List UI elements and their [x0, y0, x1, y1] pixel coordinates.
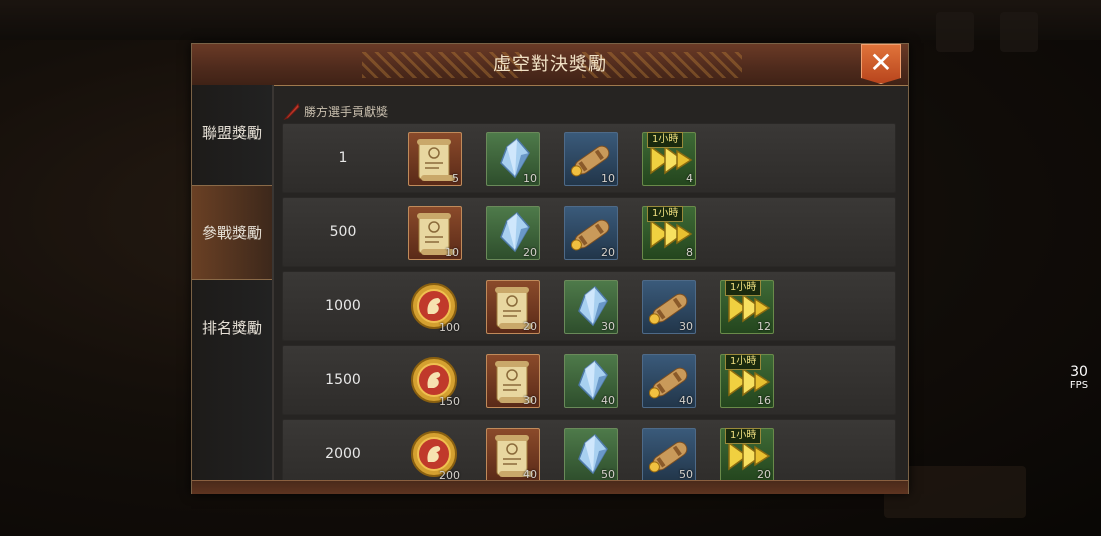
item-quantity: 20 — [601, 246, 615, 259]
item-quantity: 30 — [601, 320, 615, 333]
tab-participation-rewards[interactable]: 參戰獎勵 — [192, 185, 272, 280]
reward-row: 2000 200 40 50 50 1小時 20 — [282, 419, 896, 480]
item-quantity: 40 — [523, 468, 537, 480]
item-quantity: 50 — [679, 468, 693, 480]
duration-badge: 1小時 — [725, 428, 762, 444]
map-item[interactable]: 50 — [642, 428, 696, 480]
tab-alliance-rewards[interactable]: 聯盟獎勵 — [192, 85, 272, 180]
map-item[interactable]: 10 — [564, 132, 618, 186]
section-title: 勝方選手貢獻獎 — [304, 104, 389, 119]
item-quantity: 16 — [757, 394, 771, 407]
reward-row: 1 5 10 10 1小時 4 — [282, 123, 896, 193]
reward-row: 500 10 20 20 1小時 8 — [282, 197, 896, 267]
item-quantity: 10 — [523, 172, 537, 185]
rank-label: 1500 — [325, 372, 361, 388]
coin-item[interactable]: 200 — [408, 428, 462, 480]
speedup-item[interactable]: 1小時 12 — [720, 280, 774, 334]
section-header: 勝方選手貢獻獎 — [282, 101, 388, 121]
item-quantity: 40 — [601, 394, 615, 407]
reward-row: 1000 100 20 30 30 1小時 12 — [282, 271, 896, 341]
dialog-bottom-border — [192, 480, 908, 494]
tab-label: 聯盟獎勵 — [201, 124, 262, 142]
tab-label: 參戰獎勵 — [201, 224, 262, 242]
item-quantity: 10 — [601, 172, 615, 185]
crystal-item[interactable]: 10 — [486, 132, 540, 186]
rank-label: 2000 — [325, 446, 361, 462]
rank-label: 1000 — [325, 298, 361, 314]
sidebar: 聯盟獎勵 參戰獎勵 排名獎勵 — [192, 85, 272, 493]
reward-dialog: 虛空對決獎勵 ✕ 聯盟獎勵 參戰獎勵 排名獎勵 勝方選手貢獻獎 1 5 10 10 1小… — [191, 43, 909, 494]
close-button[interactable]: ✕ — [861, 44, 901, 84]
item-quantity: 20 — [523, 320, 537, 333]
tab-ranking-rewards[interactable]: 排名獎勵 — [192, 280, 272, 375]
quill-icon — [283, 103, 300, 121]
close-icon: ✕ — [869, 46, 893, 79]
map-item[interactable]: 40 — [642, 354, 696, 408]
fps-label: FPS — [1069, 380, 1089, 391]
item-quantity: 200 — [439, 469, 460, 480]
coin-item[interactable]: 150 — [408, 354, 462, 408]
crystal-item[interactable]: 30 — [564, 280, 618, 334]
item-quantity: 20 — [523, 246, 537, 259]
speedup-item[interactable]: 1小時 20 — [720, 428, 774, 480]
item-quantity: 50 — [601, 468, 615, 480]
speedup-item[interactable]: 1小時 16 — [720, 354, 774, 408]
coin-item[interactable]: 100 — [408, 280, 462, 334]
item-quantity: 4 — [686, 172, 693, 185]
fps-counter: 30 FPS — [1064, 364, 1094, 392]
item-quantity: 40 — [679, 394, 693, 407]
item-quantity: 8 — [686, 246, 693, 259]
duration-badge: 1小時 — [647, 132, 684, 148]
reward-row: 1500 150 30 40 40 1小時 16 — [282, 345, 896, 415]
duration-badge: 1小時 — [725, 354, 762, 370]
scroll-item[interactable]: 40 — [486, 428, 540, 480]
speedup-item[interactable]: 1小時 8 — [642, 206, 696, 260]
reward-list[interactable]: 勝方選手貢獻獎 1 5 10 10 1小時 4 500 10 20 20 1小時 8 1000 100 20… — [274, 85, 908, 480]
item-quantity: 100 — [439, 321, 460, 334]
scroll-item[interactable]: 30 — [486, 354, 540, 408]
crystal-item[interactable]: 40 — [564, 354, 618, 408]
tab-label: 排名獎勵 — [201, 319, 262, 337]
title-bar: 虛空對決獎勵 ✕ — [192, 44, 908, 86]
rank-label: 500 — [329, 224, 357, 240]
map-item[interactable]: 30 — [642, 280, 696, 334]
speedup-item[interactable]: 1小時 4 — [642, 132, 696, 186]
duration-badge: 1小時 — [647, 206, 684, 222]
dialog-title: 虛空對決獎勵 — [493, 54, 607, 75]
rank-label: 1 — [338, 150, 348, 166]
item-quantity: 10 — [445, 246, 459, 259]
scroll-item[interactable]: 20 — [486, 280, 540, 334]
item-quantity: 30 — [679, 320, 693, 333]
item-quantity: 30 — [523, 394, 537, 407]
map-item[interactable]: 20 — [564, 206, 618, 260]
crystal-item[interactable]: 20 — [486, 206, 540, 260]
scroll-item[interactable]: 5 — [408, 132, 462, 186]
item-quantity: 5 — [452, 172, 459, 185]
item-quantity: 20 — [757, 468, 771, 480]
crystal-item[interactable]: 50 — [564, 428, 618, 480]
item-quantity: 150 — [439, 395, 460, 408]
item-quantity: 12 — [757, 320, 771, 333]
fps-value: 30 — [1070, 364, 1088, 380]
duration-badge: 1小時 — [725, 280, 762, 296]
scroll-item[interactable]: 10 — [408, 206, 462, 260]
